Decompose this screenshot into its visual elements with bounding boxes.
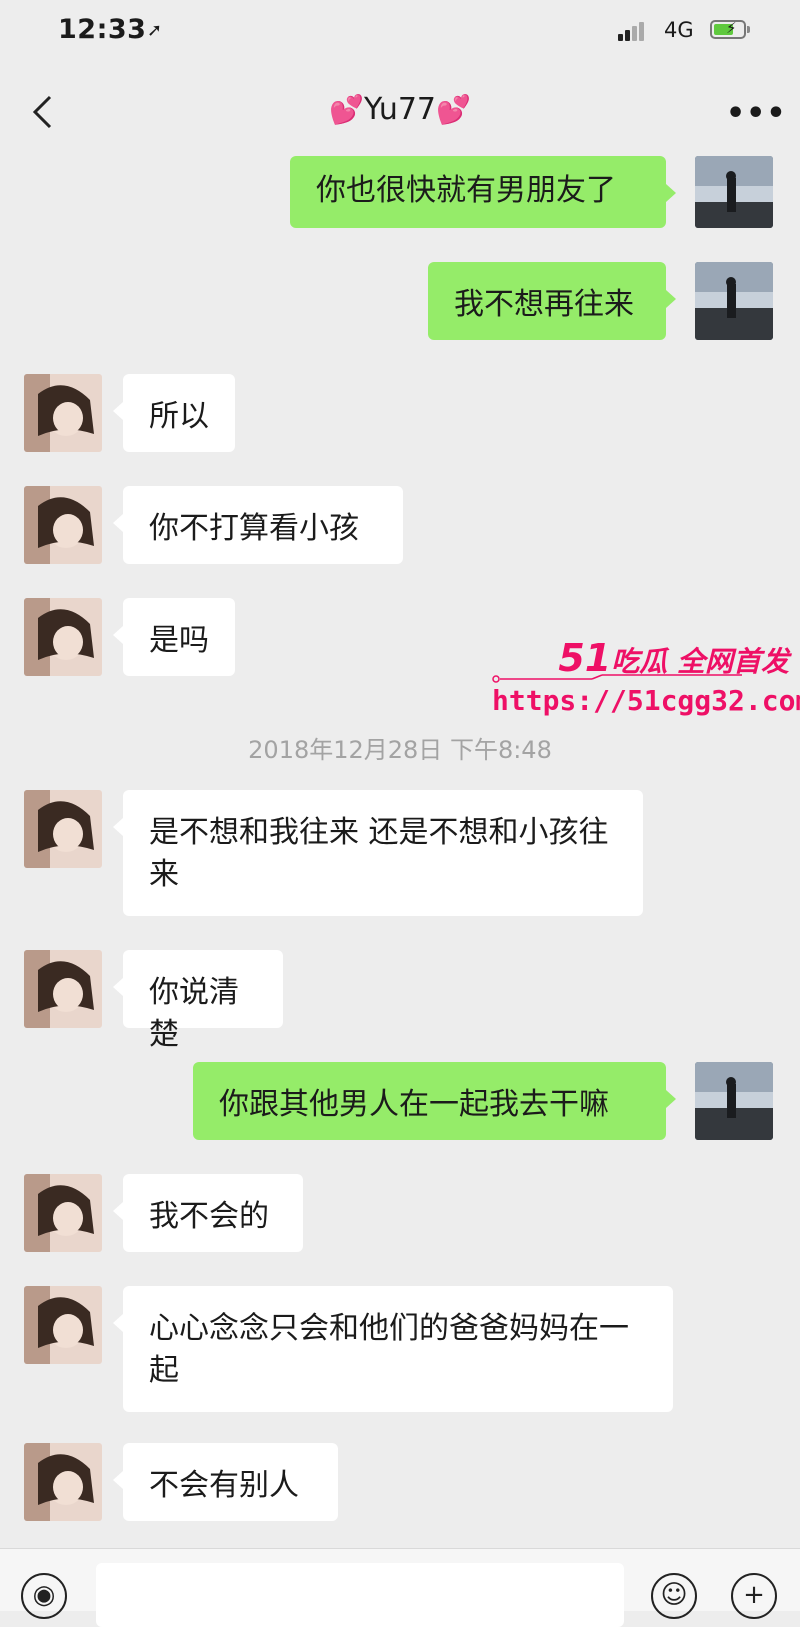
message-bubble-outgoing[interactable]: 你也很快就有男朋友了: [290, 156, 676, 228]
avatar-contact[interactable]: [24, 1174, 102, 1252]
location-arrow-icon: ➚: [147, 20, 163, 41]
message-text: 我不想再往来: [454, 287, 634, 322]
watermark-url: https://51cgg32.com: [492, 684, 800, 717]
message-text: 你说清楚: [149, 975, 239, 1052]
message-text: 是不想和我往来 还是不想和小孩往来: [149, 815, 609, 892]
two-hearts-icon: 💕: [329, 93, 364, 126]
message-bubble-incoming[interactable]: 是不想和我往来 还是不想和小孩往来: [113, 790, 643, 916]
battery-charging-icon: ⚡: [710, 19, 746, 39]
avatar-self[interactable]: [695, 262, 773, 340]
more-dots-icon[interactable]: •••: [726, 96, 787, 131]
watermark: 51吃瓜 全网首发 https://51cgg32.com: [492, 636, 800, 726]
avatar-contact[interactable]: [24, 1443, 102, 1521]
message-text: 不会有别人: [149, 1468, 299, 1503]
message-text: 你也很快就有男朋友了: [316, 173, 616, 208]
message-bubble-incoming[interactable]: 心心念念只会和他们的爸爸妈妈在一起: [113, 1286, 673, 1412]
message-timestamp: 2018年12月28日 下午8:48: [248, 736, 552, 764]
plus-icon[interactable]: +: [731, 1573, 777, 1619]
watermark-decoration: [492, 674, 742, 683]
status-time: 12:33: [58, 14, 147, 45]
avatar-self[interactable]: [695, 156, 773, 228]
message-bubble-incoming[interactable]: 我不会的: [113, 1174, 303, 1252]
message-bubble-incoming[interactable]: 是吗: [113, 598, 235, 676]
network-type: 4G: [664, 18, 694, 42]
message-text: 是吗: [149, 623, 209, 658]
message-bubble-incoming[interactable]: 所以: [113, 374, 235, 452]
message-input[interactable]: [96, 1563, 624, 1627]
voice-icon[interactable]: ◉: [21, 1573, 67, 1619]
two-hearts-icon: 💕: [436, 93, 471, 126]
emoji-icon[interactable]: ☺: [651, 1573, 697, 1619]
message-bubble-outgoing[interactable]: 我不想再往来: [428, 262, 676, 340]
message-text: 所以: [149, 399, 209, 434]
message-text: 我不会的: [149, 1199, 269, 1234]
avatar-contact[interactable]: [24, 950, 102, 1028]
message-bubble-incoming[interactable]: 你说清楚: [113, 950, 283, 1052]
avatar-contact[interactable]: [24, 1286, 102, 1364]
message-text: 你跟其他男人在一起我去干嘛: [219, 1087, 609, 1122]
avatar-contact[interactable]: [24, 374, 102, 452]
input-bar: ◉ ☺ +: [0, 1548, 800, 1627]
chat-header: 💕Yu77💕 •••: [0, 66, 800, 158]
status-bar: 12:33 ➚ 4G ⚡: [0, 0, 800, 66]
message-bubble-incoming[interactable]: 你不打算看小孩: [113, 486, 403, 564]
avatar-contact[interactable]: [24, 790, 102, 868]
avatar-contact[interactable]: [24, 598, 102, 676]
message-text: 你不打算看小孩: [149, 511, 359, 546]
message-text: 心心念念只会和他们的爸爸妈妈在一起: [149, 1311, 629, 1388]
chat-title: 💕Yu77💕: [0, 92, 800, 127]
message-bubble-outgoing[interactable]: 你跟其他男人在一起我去干嘛: [193, 1062, 676, 1140]
avatar-self[interactable]: [695, 1062, 773, 1140]
signal-icon: [618, 21, 648, 41]
avatar-contact[interactable]: [24, 486, 102, 564]
message-bubble-incoming[interactable]: 不会有别人: [113, 1443, 338, 1521]
contact-name: Yu77: [363, 92, 437, 127]
